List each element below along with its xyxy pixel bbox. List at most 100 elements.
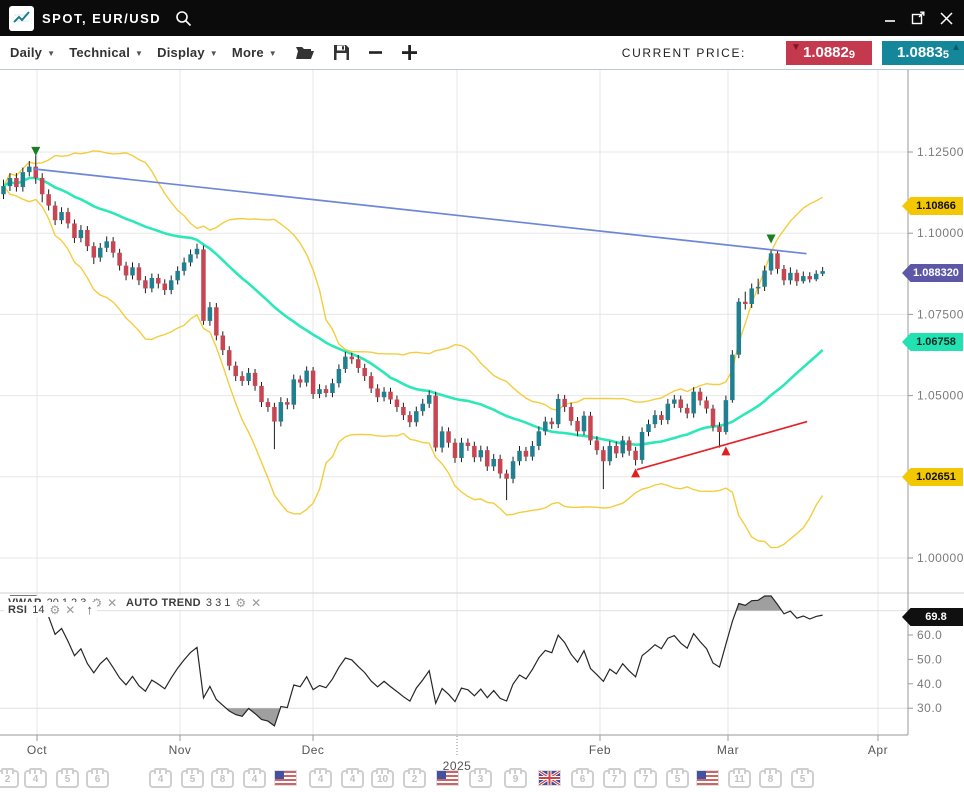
ask-price-button[interactable]: 1.0883 5 ▲ [882,41,964,65]
calendar-event-icon[interactable]: 7 [603,770,626,788]
uk-flag-icon[interactable] [538,770,561,786]
calendar-event-icon[interactable]: 4 [309,770,332,788]
close-icon[interactable]: ✕ [65,603,75,617]
x-axis-month-label: Mar [717,743,739,757]
calendar-event-icon[interactable]: 5 [791,770,814,788]
gridlines [0,70,908,735]
price-tick-label: 1.12500 [917,145,964,159]
candle-body [679,399,684,407]
band-lower-badge: 1.02651 [902,468,963,486]
candle-body [633,451,638,460]
calendar-event-icon[interactable]: 2 [0,770,19,788]
x-axis-month-label: Oct [27,743,47,757]
chevron-down-icon: ▼ [210,49,218,58]
gear-icon[interactable]: ⚙ [50,603,61,617]
minimize-icon[interactable] [882,10,898,26]
trendline-support[interactable] [637,422,807,470]
menu-daily[interactable]: Daily ▼ [10,45,55,60]
candle-body [414,411,419,422]
calendar-event-icon[interactable]: 5 [56,770,79,788]
candle-body [92,246,97,257]
close-icon[interactable]: ✕ [107,596,117,610]
candle-body [485,450,490,466]
calendar-event-icon[interactable]: 4 [149,770,172,788]
us-flag-icon[interactable] [436,770,459,786]
candle-body [292,379,297,404]
search-icon[interactable] [175,10,192,27]
candle-body [472,446,477,457]
calendar-event-icon[interactable]: 11 [728,770,751,788]
close-icon[interactable] [938,10,954,26]
us-flag-icon[interactable] [274,770,297,786]
us-flag-icon[interactable] [696,770,719,786]
move-up-icon[interactable]: ↑ [86,602,93,617]
candle-body [104,241,109,247]
zoom-out-icon[interactable] [368,45,383,60]
candle-body [79,230,84,238]
app-logo-icon [9,6,34,31]
auto-trend-name: AUTO TREND [126,597,201,609]
candle-body [808,276,813,279]
candle-body [240,376,245,381]
candle-body [620,440,625,453]
gear-icon[interactable]: ⚙ [235,596,246,610]
rsi-name: RSI [8,604,27,616]
candle-body [795,273,800,281]
candle-body [543,422,548,432]
rsi-zone-fill [226,708,280,726]
bid-price-pip: 9 [849,49,855,61]
calendar-event-icon[interactable]: 6 [571,770,594,788]
candle-body [446,431,451,442]
candle-body [595,440,600,450]
candle-body [562,399,567,407]
chart-canvas[interactable]: 1.125001.100001.075001.050001.0000060.05… [0,70,964,792]
zoom-in-icon[interactable] [401,44,418,61]
calendar-event-icon[interactable]: 4 [24,770,47,788]
calendar-event-icon[interactable]: 4 [243,770,266,788]
candle-body [150,278,155,288]
toolbar: Daily ▼ Technical ▼ Display ▼ More ▼ [0,36,964,70]
rsi-indicator-label: RSI 14 ⚙ ✕ ↑ [4,602,97,617]
candle-body [814,274,819,280]
calendar-event-icon[interactable]: 6 [86,770,109,788]
calendar-event-icon[interactable]: 10 [371,770,394,788]
trendline-resistance[interactable] [33,169,806,254]
candle-body [214,307,219,335]
candle-body [666,404,671,420]
calendar-event-icon[interactable]: 2 [403,770,426,788]
bid-price-button[interactable]: ▼ 1.0882 9 [786,41,872,65]
chevron-down-icon: ▼ [135,49,143,58]
calendar-event-icon[interactable]: 5 [181,770,204,788]
candle-body [311,371,316,394]
close-icon[interactable]: ✕ [251,596,261,610]
menu-more[interactable]: More ▼ [232,45,277,60]
candle-body [769,253,774,270]
save-icon[interactable] [333,44,350,61]
calendar-event-icon[interactable]: 9 [504,770,527,788]
calendar-event-icon[interactable]: 5 [666,770,689,788]
candle-body [163,284,168,290]
calendar-event-icon[interactable]: 8 [759,770,782,788]
window-controls [882,10,964,26]
calendar-event-icon[interactable]: 3 [469,770,492,788]
rsi-line [10,596,823,726]
menu-display[interactable]: Display ▼ [157,45,218,60]
candle-body [298,379,303,382]
menu-technical[interactable]: Technical ▼ [69,45,143,60]
candle-body [717,426,722,432]
calendar-event-icon[interactable]: 7 [634,770,657,788]
window-title: SPOT, EUR/USD [42,11,161,26]
candle-body [8,178,13,186]
candle-body [343,357,348,369]
candle-body [143,280,148,288]
open-folder-icon[interactable] [295,45,315,61]
calendar-event-icon[interactable]: 4 [341,770,364,788]
candle-body [730,355,735,400]
arrow-up-icon: ▲ [951,42,961,53]
candle-body [272,407,277,422]
current-price-label: CURRENT PRICE: [622,46,746,60]
candle-body [453,443,458,458]
calendar-event-icon[interactable]: 8 [211,770,234,788]
candle-body [111,241,116,252]
popout-icon[interactable] [910,10,926,26]
